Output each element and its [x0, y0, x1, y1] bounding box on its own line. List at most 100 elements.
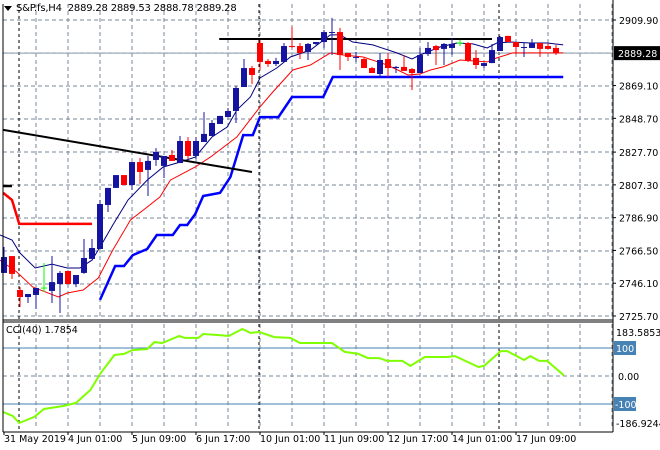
- candle-body: [409, 69, 415, 74]
- candle-body: [233, 87, 239, 111]
- candle-body: [49, 282, 55, 291]
- candle-body: [465, 42, 471, 61]
- price-label: 2909.90: [619, 16, 658, 27]
- candle-body: [497, 37, 503, 52]
- candle-body: [113, 175, 119, 188]
- candle-body: [57, 272, 63, 285]
- candle-body: [193, 141, 199, 156]
- price-label: 2786.90: [619, 214, 658, 225]
- time-label: 31 May 2019: [4, 434, 66, 445]
- price-label: 2869.10: [619, 82, 658, 93]
- candle-body: [337, 32, 343, 56]
- candle: [113, 175, 119, 188]
- price-label: 2848.70: [619, 114, 658, 125]
- time-label: 6 Jun 17:00: [196, 434, 250, 445]
- candle-body: [369, 68, 375, 74]
- candle-body: [145, 160, 151, 170]
- candle: [497, 35, 503, 52]
- candle-body: [377, 60, 383, 74]
- price-label: 2807.30: [619, 181, 658, 192]
- price-label: 2746.10: [619, 279, 658, 290]
- candle-body: [217, 115, 223, 124]
- candle-body: [209, 123, 215, 137]
- candle-body: [1, 257, 7, 273]
- candle-body: [545, 46, 551, 49]
- candle-body: [177, 141, 183, 164]
- current-price-label: 2889.28: [618, 49, 657, 60]
- candle-body: [25, 293, 31, 298]
- candle-body: [89, 248, 95, 259]
- candle-body: [225, 110, 231, 118]
- cci-max-label: 183.5853: [616, 328, 660, 339]
- candle: [361, 57, 367, 69]
- candle-body: [521, 46, 527, 48]
- candle-body: [513, 42, 519, 47]
- time-label: 14 Jun 01:00: [452, 434, 512, 445]
- candle-body: [129, 162, 135, 186]
- candle-body: [257, 42, 263, 62]
- candle-body: [33, 288, 39, 295]
- candle-body: [73, 275, 79, 285]
- candle-body: [265, 60, 271, 65]
- candle-body: [169, 154, 175, 161]
- candle-body: [65, 271, 71, 285]
- candle: [465, 42, 471, 62]
- time-label: 10 Jun 01:00: [260, 434, 320, 445]
- ohlc-readout: 2889.28 2889.53 2888.78 2889.28: [67, 3, 237, 14]
- candle-body: [433, 46, 439, 51]
- candle-body: [529, 42, 535, 48]
- candle-body: [97, 203, 103, 249]
- candle-body: [201, 133, 207, 142]
- candle-body: [249, 68, 255, 75]
- candle-body: [537, 42, 543, 49]
- candle-body: [185, 141, 191, 156]
- candle-body: [505, 35, 511, 43]
- candle-body: [417, 55, 423, 74]
- candle-body: [489, 50, 495, 64]
- candle-body: [329, 32, 335, 34]
- time-label: 5 Jun 09:00: [132, 434, 186, 445]
- cci-zero-label: 0.00: [618, 372, 639, 383]
- candle-body: [385, 59, 391, 69]
- candle-body: [473, 57, 479, 65]
- chart-header: S&P.fs,H4 2889.28 2889.53 2888.78 2889.2…: [4, 3, 237, 14]
- cci-min-label: -186.9244: [616, 419, 660, 430]
- candle-body: [449, 43, 455, 48]
- candle-body: [305, 43, 311, 52]
- cci-lower-label: -100: [615, 400, 637, 411]
- candle-body: [81, 257, 87, 273]
- candle-body: [289, 46, 295, 48]
- time-label: 11 Jun 09:00: [324, 434, 384, 445]
- candle: [217, 115, 223, 124]
- candle-body: [9, 256, 15, 274]
- candle-body: [137, 162, 143, 173]
- candle-body: [105, 187, 111, 205]
- dropdown-triangle-icon[interactable]: [4, 5, 12, 11]
- candle-body: [425, 47, 431, 55]
- price-label: 2725.70: [619, 312, 658, 323]
- candle-body: [17, 289, 23, 298]
- time-label: 4 Jun 01:00: [68, 434, 122, 445]
- candle-body: [241, 68, 247, 88]
- candle: [121, 175, 127, 186]
- cci-header: CCI(40) 1.7854: [6, 325, 78, 336]
- candle-body: [441, 43, 447, 49]
- candle-body: [481, 63, 487, 66]
- time-label: 17 Jun 09:00: [516, 434, 576, 445]
- candle-body: [345, 52, 351, 57]
- chart-canvas: 2909.90 2869.10 2848.70 2827.70 2807.30 2786.…: [0, 0, 660, 450]
- candle-body: [297, 46, 303, 53]
- candle-body: [153, 151, 159, 160]
- candle: [65, 271, 71, 285]
- symbol-label: S&P.fs,H4: [16, 3, 62, 14]
- candle-body: [353, 56, 359, 58]
- time-label: 12 Jun 17:00: [388, 434, 448, 445]
- candle-body: [553, 47, 559, 54]
- candle-body: [161, 155, 167, 166]
- price-label: 2827.70: [619, 148, 658, 159]
- candle: [505, 35, 511, 43]
- candle-body: [321, 32, 327, 43]
- candle-body: [313, 42, 319, 44]
- price-label: 2766.50: [619, 246, 658, 257]
- candle-body: [393, 66, 399, 69]
